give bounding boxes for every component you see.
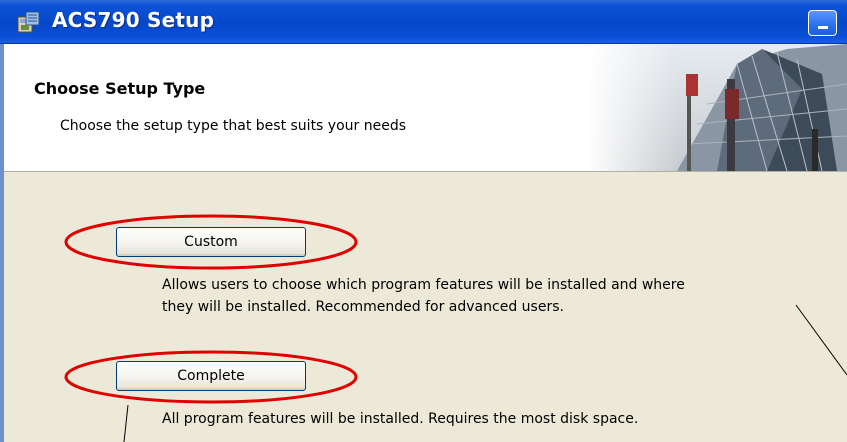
custom-description: Allows users to choose which program fea… <box>162 274 685 318</box>
complete-description-line: All program features will be installed. … <box>162 411 639 427</box>
header-banner: Choose Setup Type Choose the setup type … <box>4 44 847 172</box>
custom-description-line: they will be installed. Recommended for … <box>162 299 564 315</box>
custom-button[interactable]: Custom <box>116 227 306 257</box>
page-subtitle: Choose the setup type that best suits yo… <box>60 118 407 134</box>
custom-button-label: Custom <box>184 234 238 250</box>
complete-button-label: Complete <box>177 368 245 384</box>
custom-description-line: Allows users to choose which program fea… <box>162 277 685 293</box>
building-photo <box>587 44 847 171</box>
title-bar[interactable]: ACS790 Setup <box>0 0 847 44</box>
page-title: Choose Setup Type <box>34 79 206 98</box>
complete-button[interactable]: Complete <box>116 361 306 391</box>
minimize-icon <box>818 26 828 29</box>
window-title: ACS790 Setup <box>52 8 215 32</box>
minimize-button[interactable] <box>808 10 837 36</box>
dialog-body: Choose Setup Type Choose the setup type … <box>4 44 847 442</box>
setup-installer-icon <box>17 11 40 33</box>
complete-description: All program features will be installed. … <box>162 408 638 430</box>
